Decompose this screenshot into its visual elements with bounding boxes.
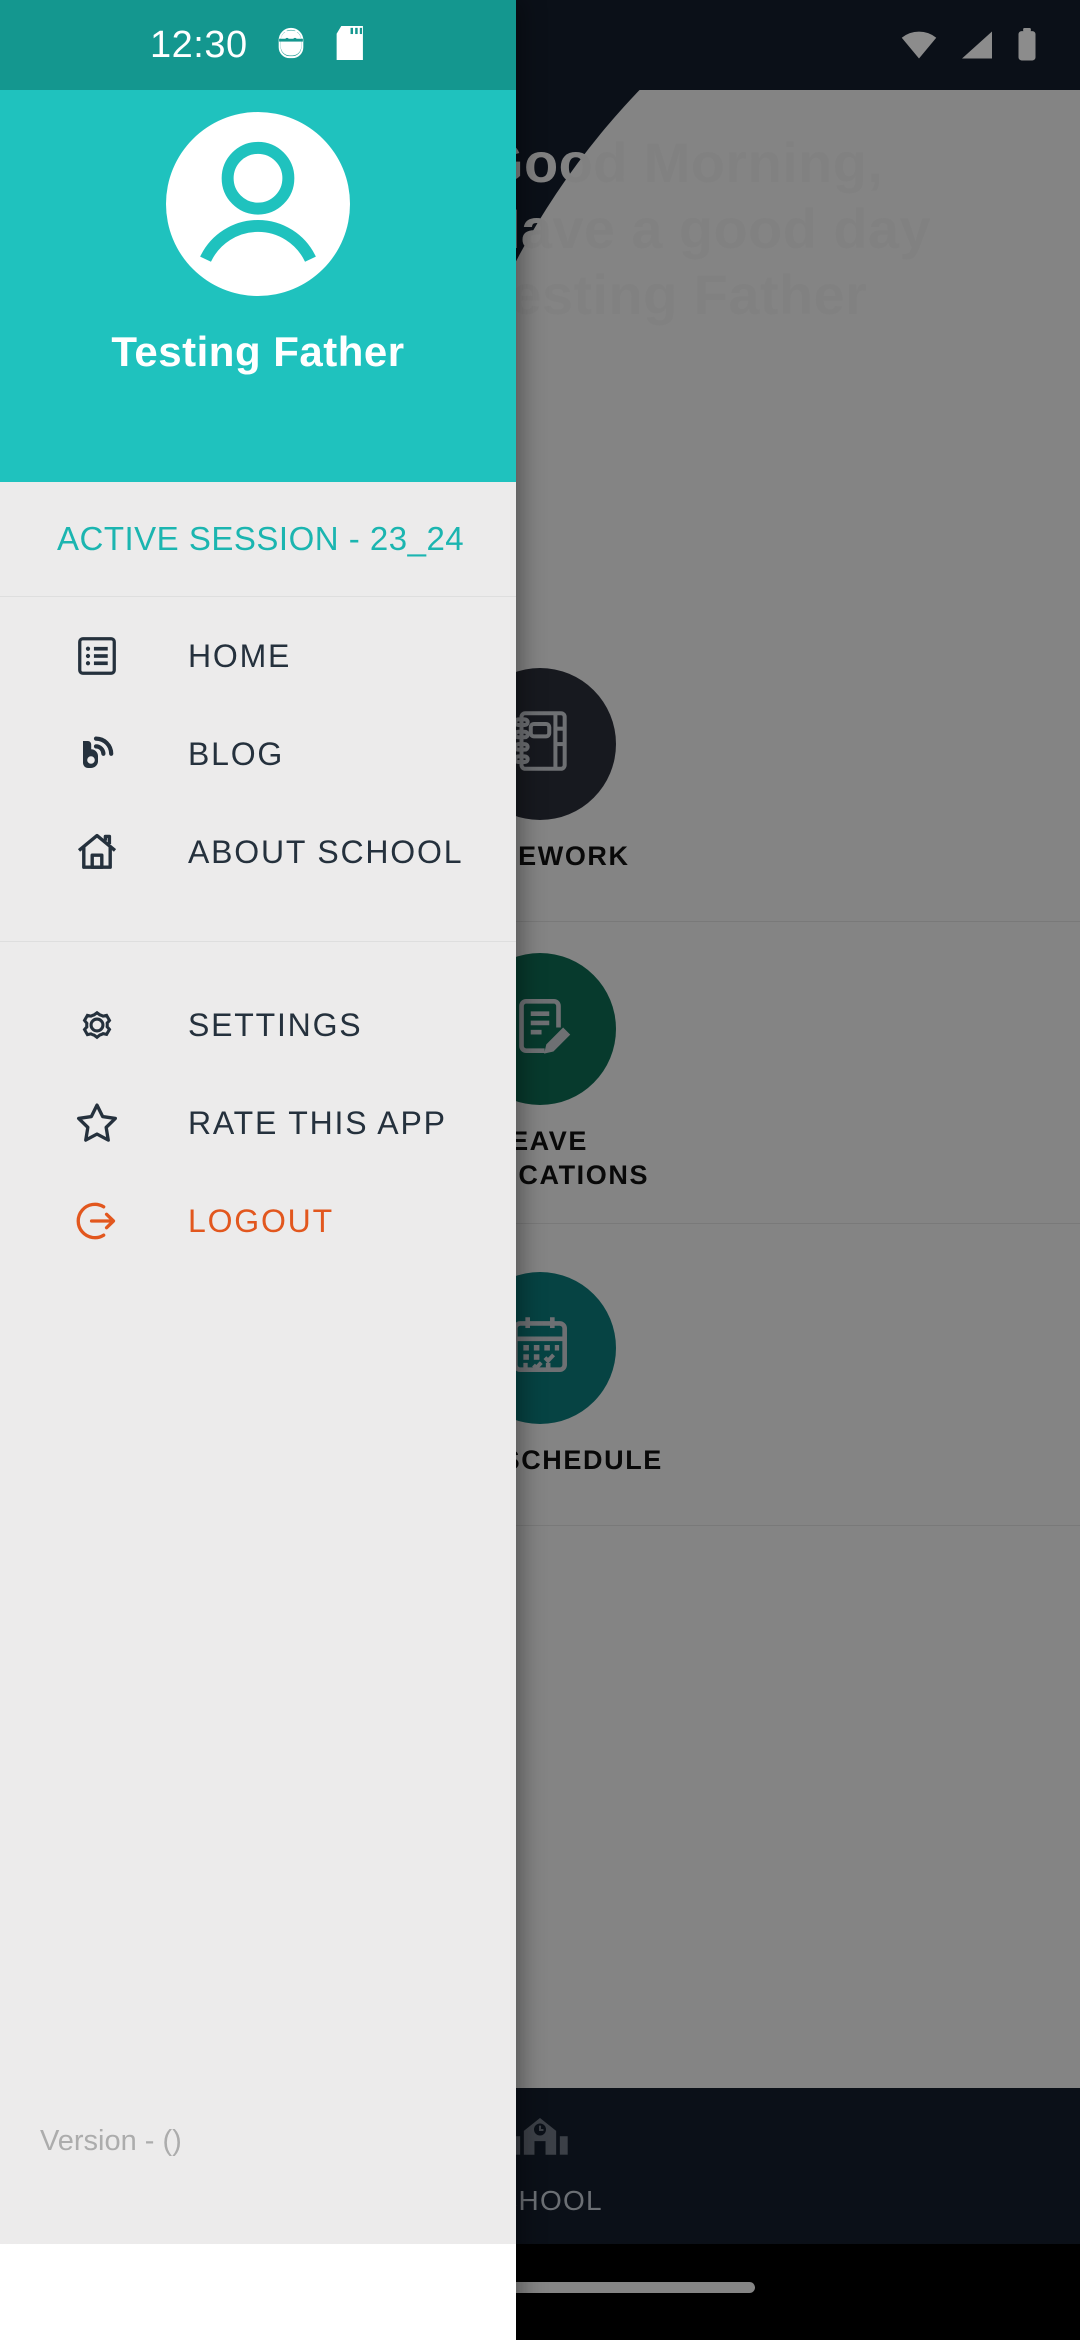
cellular-signal-icon [960,30,994,60]
home-house-icon [72,827,122,877]
battery-icon [1016,28,1038,62]
logout-arrow-icon [72,1196,122,1246]
school-building-icon [510,2116,570,2173]
menu-item-blog[interactable]: BLOG [0,705,516,803]
version-label: Version - () [40,2125,182,2157]
drawer-status-bar: 12:30 [0,0,516,90]
menu-item-rate-this-app[interactable]: RATE THIS APP [0,1074,516,1172]
drawer-profile-header: Testing Father [0,90,516,482]
android-debug-icon [274,26,308,65]
user-avatar-icon [166,112,350,296]
drawer-menu-group-primary: HOME BLOG ABOUT SCHOOL [0,597,516,901]
menu-item-settings[interactable]: SETTINGS [0,976,516,1074]
menu-item-label: BLOG [188,735,285,772]
greeting-text: Good Morning, Have a good day Testing Fa… [480,131,932,327]
navigation-drawer: 12:30 Testing Father ACTIVE SESSION - 23… [0,0,516,2340]
menu-item-label: RATE THIS APP [188,1104,447,1141]
menu-item-about-school[interactable]: ABOUT SCHOOL [0,803,516,901]
drawer-menu-group-secondary: SETTINGS RATE THIS APP LOGOUT [0,941,516,1270]
wifi-icon [900,30,938,60]
gear-icon [72,1000,122,1050]
sd-card-icon [334,25,364,65]
menu-item-label: SETTINGS [188,1006,363,1043]
drawer-spacer [0,1270,516,2125]
status-bar-clock: 12:30 [150,23,248,66]
menu-item-label: HOME [188,637,292,674]
menu-item-home[interactable]: HOME [0,607,516,705]
star-outline-icon [72,1098,122,1148]
drawer-gesture-area [0,2244,516,2340]
version-row: Version - () [0,2125,516,2244]
blogger-icon [72,729,122,779]
list-dashboard-icon [72,631,122,681]
active-session-row[interactable]: ACTIVE SESSION - 23_24 [0,482,516,597]
active-session-label: ACTIVE SESSION - 23_24 [57,520,465,557]
menu-item-label: ABOUT SCHOOL [188,833,464,870]
profile-name: Testing Father [111,328,405,375]
menu-item-label: LOGOUT [188,1202,334,1239]
menu-item-logout[interactable]: LOGOUT [0,1172,516,1270]
phone-screen: Good Morning, Have a good day Testing Fa… [0,0,1080,2340]
